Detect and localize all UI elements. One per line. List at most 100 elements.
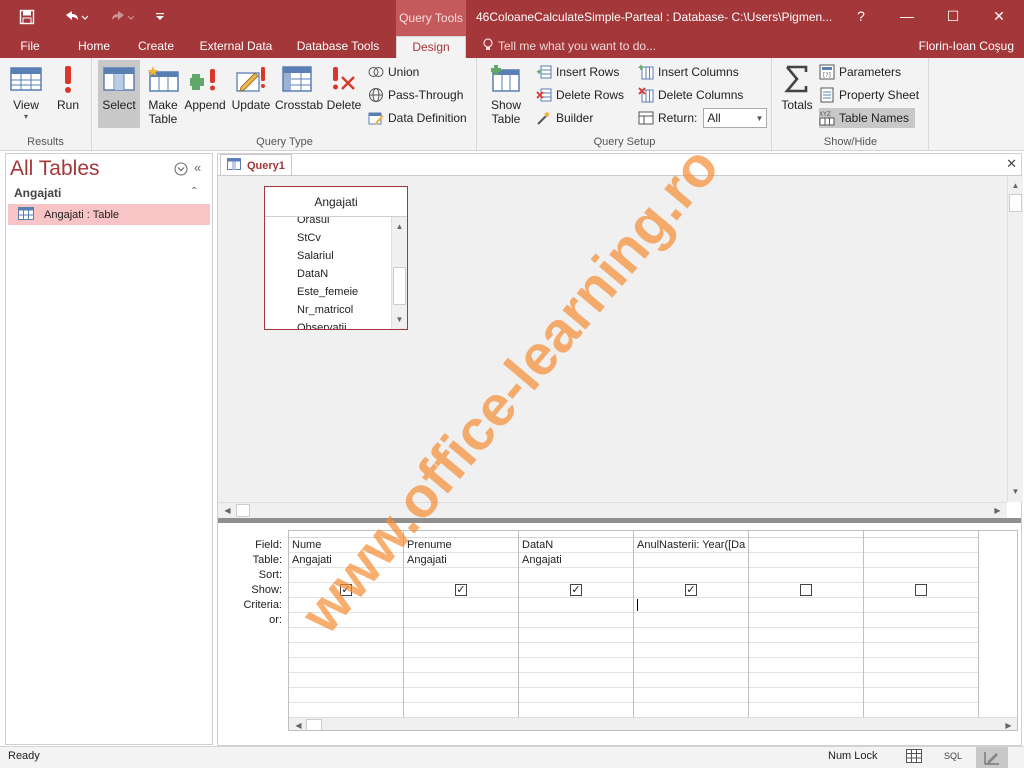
help-button[interactable]: ? (838, 0, 884, 32)
column-selector[interactable] (289, 531, 403, 538)
empty-cell[interactable] (289, 703, 403, 718)
collapse-pane-icon[interactable]: « (194, 160, 201, 175)
empty-cell[interactable] (749, 703, 863, 718)
design-view-button[interactable] (976, 747, 1008, 768)
criteria-cell[interactable] (289, 598, 403, 613)
sql-view-button[interactable]: SQL (944, 751, 962, 761)
crosstab-button[interactable]: Crosstab (275, 60, 323, 128)
criteria-cell[interactable] (634, 598, 748, 613)
empty-cell[interactable] (519, 643, 633, 658)
empty-cell[interactable] (749, 628, 863, 643)
sort-cell[interactable] (749, 568, 863, 583)
sort-cell[interactable] (404, 568, 518, 583)
empty-cell[interactable] (519, 658, 633, 673)
table-cell[interactable] (864, 553, 978, 568)
customize-qat-icon[interactable] (150, 6, 170, 28)
return-select[interactable]: All ▼ (703, 108, 768, 128)
field-item[interactable]: DataN (297, 265, 328, 283)
scroll-right-icon[interactable]: ▶ (1001, 718, 1016, 730)
user-name[interactable]: Florin-Ioan Coşug (919, 36, 1014, 58)
criteria-cell[interactable] (404, 598, 518, 613)
empty-cell[interactable] (634, 688, 748, 703)
show-checkbox-checked[interactable]: ✓ (685, 584, 697, 596)
sort-cell[interactable] (864, 568, 978, 583)
column-selector[interactable] (864, 531, 978, 538)
sort-cell[interactable] (519, 568, 633, 583)
tell-me-search[interactable]: Tell me what you want to do... (482, 36, 656, 58)
redo-icon[interactable] (104, 6, 138, 28)
union-button[interactable]: Union (368, 62, 419, 82)
show-cell[interactable] (749, 583, 863, 598)
scroll-up-icon[interactable]: ▲ (1008, 178, 1023, 193)
scroll-thumb[interactable] (306, 719, 322, 730)
empty-cell[interactable] (519, 673, 633, 688)
empty-cell[interactable] (864, 673, 978, 688)
empty-cell[interactable] (404, 658, 518, 673)
empty-cell[interactable] (749, 673, 863, 688)
field-cell[interactable]: DataN (519, 538, 633, 553)
empty-cell[interactable] (289, 643, 403, 658)
empty-cell[interactable] (634, 628, 748, 643)
table-cell[interactable]: Angajati (289, 553, 403, 568)
table-pane[interactable]: Angajati Orasul StCv Salariul DataN Este… (218, 176, 1007, 502)
append-button[interactable]: Append (183, 60, 227, 128)
delete-rows-button[interactable]: Delete Rows (536, 85, 624, 105)
table-cell[interactable]: Angajati (404, 553, 518, 568)
sort-cell[interactable] (634, 568, 748, 583)
datasheet-view-icon[interactable] (906, 749, 926, 767)
field-item[interactable]: Orasul (297, 217, 329, 229)
nav-item-angajati-table[interactable]: Angajati : Table (8, 204, 210, 225)
data-definition-button[interactable]: Data Definition (368, 108, 467, 128)
empty-cell[interactable] (864, 628, 978, 643)
field-list-angajati[interactable]: Angajati Orasul StCv Salariul DataN Este… (264, 186, 408, 330)
scroll-thumb[interactable] (393, 267, 406, 305)
field-item[interactable]: Nr_matricol (297, 301, 353, 319)
table-cell[interactable] (749, 553, 863, 568)
empty-cell[interactable] (634, 673, 748, 688)
empty-cell[interactable] (634, 658, 748, 673)
show-cell[interactable]: ✓ (289, 583, 403, 598)
empty-cell[interactable] (519, 688, 633, 703)
show-cell[interactable]: ✓ (404, 583, 518, 598)
delete-query-button[interactable]: Delete (322, 60, 366, 128)
field-cell[interactable] (864, 538, 978, 553)
scroll-down-icon[interactable]: ▼ (392, 312, 407, 327)
empty-cell[interactable] (864, 688, 978, 703)
minimize-button[interactable]: — (884, 0, 930, 32)
field-cell[interactable]: Nume (289, 538, 403, 553)
criteria-cell[interactable] (864, 598, 978, 613)
or-cell[interactable] (634, 613, 748, 628)
or-cell[interactable] (519, 613, 633, 628)
insert-rows-button[interactable]: Insert Rows (536, 62, 619, 82)
column-selector[interactable] (519, 531, 633, 538)
empty-cell[interactable] (289, 658, 403, 673)
save-icon[interactable] (14, 6, 40, 28)
empty-cell[interactable] (749, 658, 863, 673)
column-selector[interactable] (634, 531, 748, 538)
tab-query1[interactable]: Query1 (220, 154, 292, 176)
empty-cell[interactable] (289, 673, 403, 688)
empty-cell[interactable] (634, 643, 748, 658)
show-checkbox[interactable] (800, 584, 812, 596)
empty-cell[interactable] (404, 628, 518, 643)
show-checkbox-checked[interactable]: ✓ (455, 584, 467, 596)
empty-cell[interactable] (864, 643, 978, 658)
totals-button[interactable]: Totals (776, 60, 818, 128)
nav-options-icon[interactable] (174, 162, 188, 176)
scroll-left-icon[interactable]: ◀ (291, 718, 306, 730)
group-collapse-icon[interactable]: ⌃ (190, 186, 198, 197)
empty-cell[interactable] (634, 703, 748, 718)
empty-cell[interactable] (404, 688, 518, 703)
scroll-thumb[interactable] (236, 504, 250, 517)
update-button[interactable]: Update (229, 60, 273, 128)
field-cell[interactable] (749, 538, 863, 553)
tab-create[interactable]: Create (132, 36, 180, 58)
grid-hscrollbar[interactable]: ◀ ▶ (289, 717, 1017, 730)
empty-cell[interactable] (749, 688, 863, 703)
table-pane-vscrollbar[interactable]: ▲ ▼ (1007, 176, 1023, 502)
tab-external-data[interactable]: External Data (194, 36, 278, 58)
delete-columns-button[interactable]: Delete Columns (638, 85, 743, 105)
field-list-scrollbar[interactable]: ▲ ▼ (391, 217, 407, 329)
empty-cell[interactable] (404, 703, 518, 718)
view-button[interactable]: View ▾ (4, 60, 48, 128)
